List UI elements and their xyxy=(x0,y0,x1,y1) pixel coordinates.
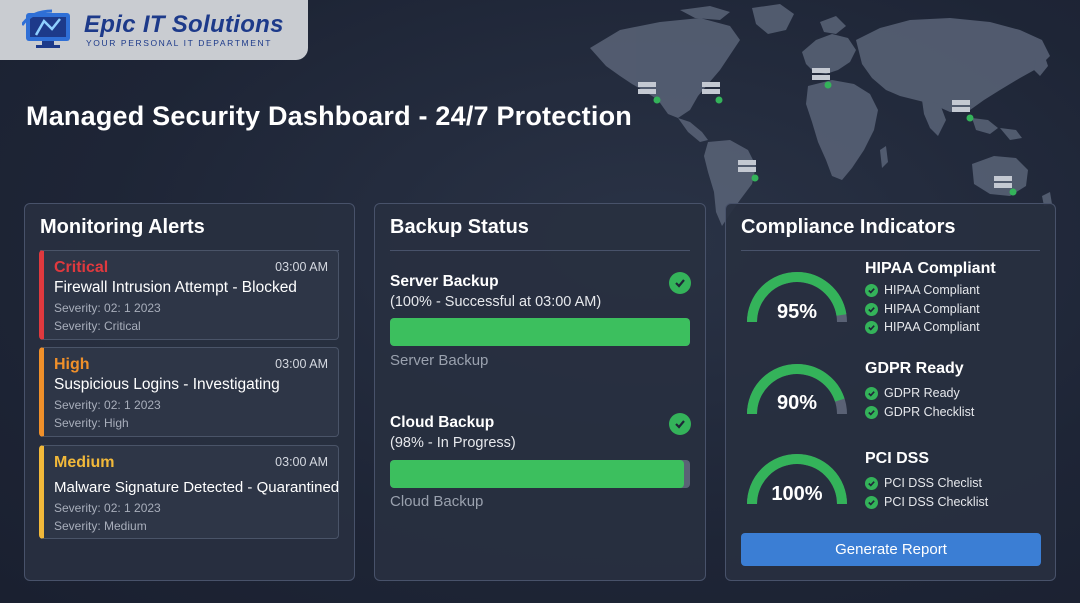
brand-name: Epic IT Solutions xyxy=(84,11,284,38)
compliance-check: HIPAA Compliant xyxy=(865,320,980,334)
backup-status-panel: Backup Status Server Backup (100% - Succ… xyxy=(374,203,706,581)
alert-date: Severity: 02: 1 2023 xyxy=(54,398,161,412)
divider xyxy=(741,250,1040,251)
backup-label: Server Backup xyxy=(390,273,499,290)
check-circle-icon xyxy=(865,283,878,297)
compliance-check: GDPR Checklist xyxy=(865,405,974,419)
compliance-title: HIPAA Compliant xyxy=(865,260,996,277)
alert-item-medium[interactable]: Medium 03:00 AM Malware Signature Detect… xyxy=(39,445,339,539)
cloud-backup-progress xyxy=(390,460,690,488)
check-circle-icon xyxy=(669,272,691,294)
check-circle-icon xyxy=(669,413,691,435)
alert-date: Severity: 02: 1 2023 xyxy=(54,501,161,515)
compliance-check: HIPAA Compliant xyxy=(865,302,980,316)
alert-level: High xyxy=(54,356,90,373)
check-circle-icon xyxy=(865,302,878,316)
progress-fill xyxy=(390,318,690,346)
gauge-percent: 90% xyxy=(776,392,818,414)
check-circle-icon xyxy=(865,495,878,509)
alert-level: Medium xyxy=(54,454,115,471)
alert-time: 03:00 AM xyxy=(275,455,328,469)
gauge-percent: 100% xyxy=(771,483,823,505)
alert-title: Malware Signature Detected - Quarantined xyxy=(54,479,340,496)
alert-date: Severity: 02: 1 2023 xyxy=(54,301,161,315)
compliance-check: PCI DSS Checklist xyxy=(865,495,988,509)
check-circle-icon xyxy=(865,476,878,490)
compliance-check: GDPR Ready xyxy=(865,386,960,400)
check-circle-icon xyxy=(865,386,878,400)
monitoring-alerts-panel: Monitoring Alerts Critical 03:00 AM Fire… xyxy=(24,203,355,581)
backup-detail: (100% - Successful at 03:00 AM) xyxy=(390,294,602,310)
alert-severity: Severity: High xyxy=(54,416,129,430)
page-title: Managed Security Dashboard - 24/7 Protec… xyxy=(26,101,632,131)
compliance-check: HIPAA Compliant xyxy=(865,283,980,297)
check-circle-icon xyxy=(865,320,878,334)
generate-report-button[interactable]: Generate Report xyxy=(741,533,1041,566)
divider xyxy=(390,250,690,251)
backup-label: Cloud Backup xyxy=(390,414,495,431)
brand-tagline: YOUR PERSONAL IT DEPARTMENT xyxy=(86,38,272,48)
alert-time: 03:00 AM xyxy=(275,357,328,371)
compliance-check: PCI DSS Checlist xyxy=(865,476,982,490)
backup-caption: Server Backup xyxy=(390,352,489,369)
brand-logo[interactable]: Epic IT Solutions YOUR PERSONAL IT DEPAR… xyxy=(0,0,308,60)
progress-fill xyxy=(390,460,684,488)
backup-detail: (98% - In Progress) xyxy=(390,435,516,451)
compliance-title: PCI DSS xyxy=(865,450,930,467)
panel-title: Backup Status xyxy=(390,216,529,238)
gauge-percent: 95% xyxy=(776,301,818,323)
compliance-indicators-panel: Compliance Indicators 95% HIPAA Complian… xyxy=(725,203,1056,581)
alert-title: Suspicious Logins - Investigating xyxy=(54,376,280,393)
compliance-title: GDPR Ready xyxy=(865,360,964,377)
check-circle-icon xyxy=(865,405,878,419)
panel-title: Monitoring Alerts xyxy=(40,216,205,238)
alert-severity: Severity: Critical xyxy=(54,319,141,333)
backup-caption: Cloud Backup xyxy=(390,493,484,510)
alert-level: Critical xyxy=(54,259,109,276)
alert-title: Firewall Intrusion Attempt - Blocked xyxy=(54,279,297,296)
world-map-icon xyxy=(590,4,1052,226)
alert-severity: Severity: Medium xyxy=(54,519,147,533)
monitor-logo-icon xyxy=(22,9,70,48)
server-backup-progress xyxy=(390,318,690,346)
alert-item-high[interactable]: High 03:00 AM Suspicious Logins - Invest… xyxy=(39,347,339,437)
alert-item-critical[interactable]: Critical 03:00 AM Firewall Intrusion Att… xyxy=(39,250,339,340)
panel-title: Compliance Indicators xyxy=(741,216,956,238)
alert-time: 03:00 AM xyxy=(275,260,328,274)
